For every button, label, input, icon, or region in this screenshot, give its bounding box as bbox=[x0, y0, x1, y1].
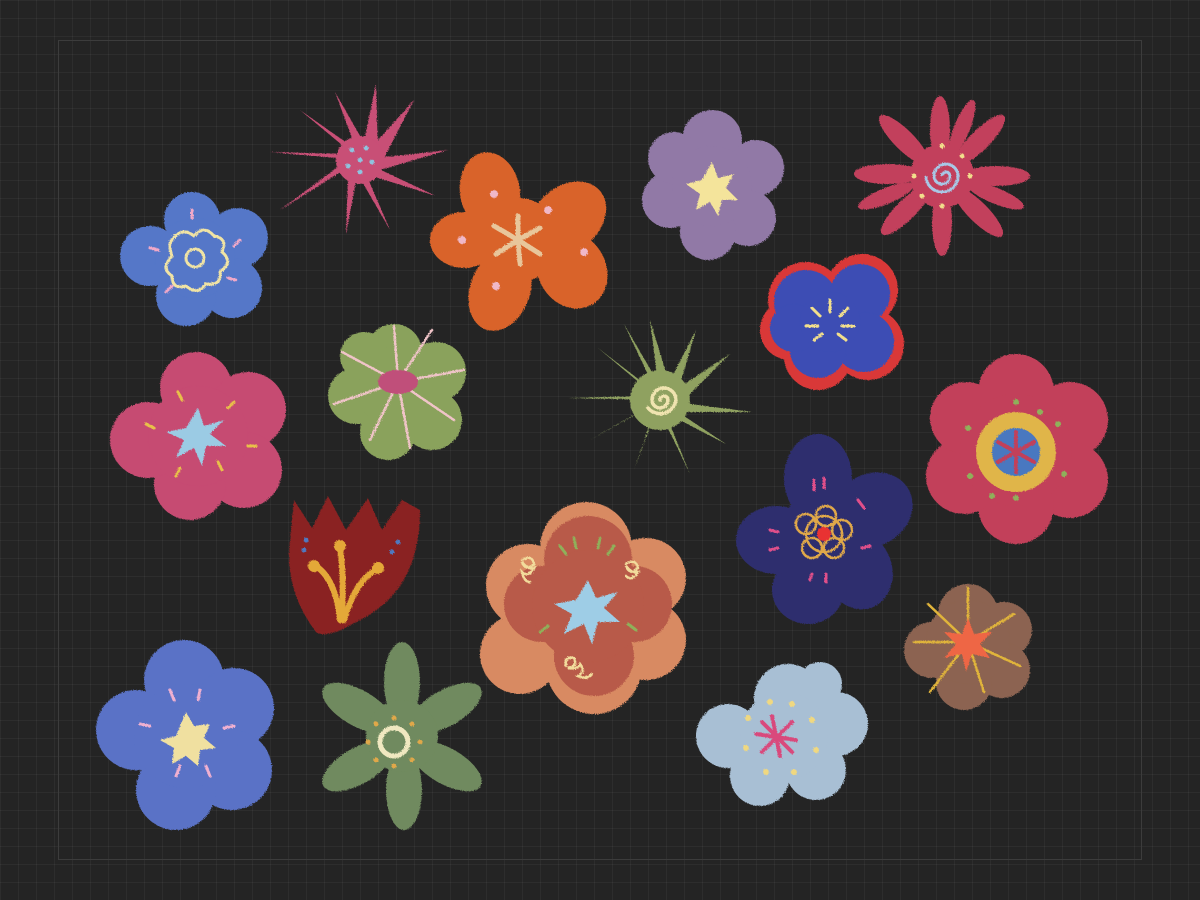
flower-blue-swirl bbox=[120, 192, 268, 326]
flower-olive-spiral bbox=[568, 320, 752, 474]
flower-sage-stripes bbox=[328, 324, 466, 460]
flower-orange-five bbox=[430, 152, 608, 331]
flower-pink-blue-star bbox=[110, 352, 286, 520]
flower-powder-blue bbox=[696, 662, 868, 806]
flower-illustration bbox=[96, 84, 1108, 830]
flower-terracotta bbox=[480, 502, 686, 714]
flower-brown-coral bbox=[904, 584, 1032, 710]
flower-maroon-tulip bbox=[289, 496, 420, 635]
flower-crimson-spiral bbox=[854, 96, 1030, 256]
flower-moss-ring bbox=[322, 642, 482, 830]
flower-periwinkle bbox=[96, 640, 274, 830]
flower-royal-blue-red-edge bbox=[760, 254, 904, 390]
flower-crimson-yellow bbox=[926, 354, 1108, 544]
flower-indigo bbox=[736, 434, 913, 624]
flower-pink-star bbox=[270, 84, 448, 234]
drawing-canvas bbox=[0, 0, 1200, 900]
flower-lavender bbox=[642, 110, 784, 260]
